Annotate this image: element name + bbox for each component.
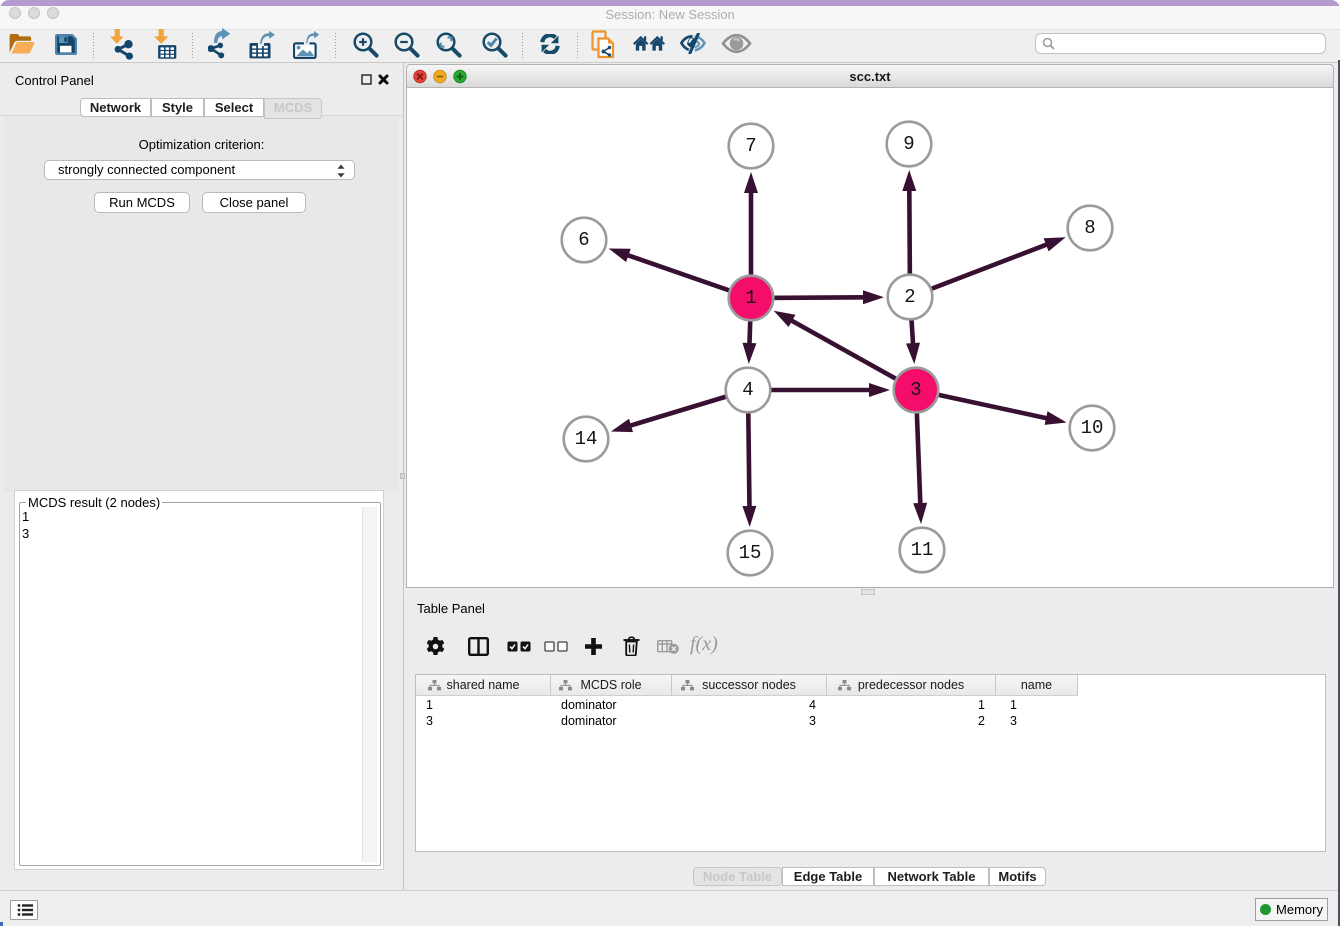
- svg-text:8: 8: [1084, 217, 1095, 239]
- svg-text:14: 14: [575, 428, 598, 450]
- svg-text:9: 9: [903, 133, 914, 155]
- svg-text:2: 2: [904, 286, 915, 308]
- svg-text:10: 10: [1081, 417, 1104, 439]
- svg-text:7: 7: [745, 135, 756, 157]
- svg-text:3: 3: [910, 379, 921, 401]
- svg-text:6: 6: [578, 229, 589, 251]
- svg-text:4: 4: [742, 379, 753, 401]
- svg-text:11: 11: [911, 539, 934, 561]
- svg-text:1: 1: [745, 287, 756, 309]
- svg-text:15: 15: [739, 542, 762, 564]
